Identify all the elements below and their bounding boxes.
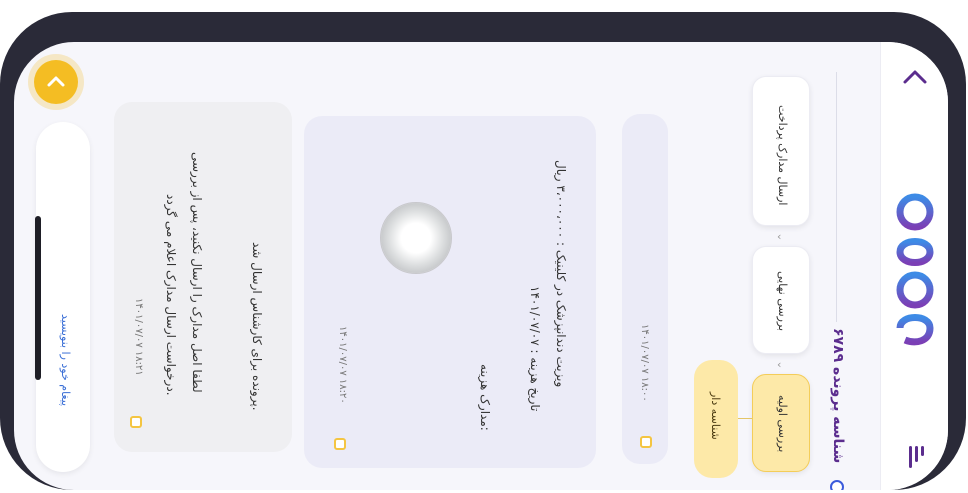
step-final-review[interactable]: بررسی نهایی <box>752 246 810 354</box>
step-initial-review[interactable]: بررسی اولیه <box>752 374 810 472</box>
step-connector <box>738 418 752 419</box>
expense-date-line: تاریخ هزینه : ۱۴۰۱/۰۷/۰۷ <box>528 286 542 412</box>
document-thumbnail[interactable] <box>380 202 452 274</box>
message-line-1: پرونده برای کارشناس ارسال شد. <box>250 242 264 411</box>
back-chevron-icon[interactable] <box>899 60 931 92</box>
system-message-card: پرونده برای کارشناس ارسال شد. لطفا اصل م… <box>114 102 292 452</box>
date-icon <box>334 438 346 450</box>
expense-card: ویزیت دندانپزشک در کلینیک : ۳،۰۰۰،۰۰۰ ری… <box>304 116 596 468</box>
top-bar <box>880 42 948 490</box>
scroll-up-button[interactable] <box>34 60 78 104</box>
menu-icon[interactable] <box>905 444 927 470</box>
step-arrow-icon: ‹ <box>777 358 782 371</box>
expense-docs-line: مدارک هزینه: <box>478 364 492 431</box>
identifier-button-label: شناسه دار <box>709 392 722 440</box>
message-line-2: لطفا اصل مدارک را ارسال نکنید، پس از برر… <box>190 152 204 393</box>
step-label: ارسال مدارک پرداخت <box>776 105 789 206</box>
scroll-up-icon <box>47 76 65 87</box>
device-notch <box>612 18 698 26</box>
brand-logo <box>896 193 934 346</box>
date-icon <box>130 416 142 428</box>
message-input[interactable]: پیغام خود را بنویسید <box>36 122 90 472</box>
step-label: بررسی نهایی <box>776 271 789 332</box>
title-bullet-icon <box>830 480 844 490</box>
message-card-partial: ۱۴۰۱/۰۷/۰۷ ۱۸:۰۰ <box>622 114 668 464</box>
identifier-button[interactable]: شناسه دار <box>694 360 738 478</box>
message-line-3: درخواست ارسال مدارک اعلام می گردد. <box>164 194 178 396</box>
message-input-placeholder: پیغام خود را بنویسید <box>59 314 72 407</box>
card-timestamp: ۱۴۰۱/۰۷/۰۷ ۱۸:۰۰ <box>639 324 650 402</box>
timeline-line <box>836 72 837 322</box>
expense-visit-line: ویزیت دندانپزشک در کلینیک : ۳،۰۰۰،۰۰۰ ری… <box>554 160 568 388</box>
app-screen: شناسه پرونده ۶۷۸۹ ارسال مدارک پرداخت ‹ ب… <box>14 42 948 490</box>
card-timestamp: ۱۴۰۱/۰۷/۰۷ ۱۸:۲۱ <box>133 298 144 376</box>
date-icon <box>640 436 652 448</box>
card-timestamp: ۱۴۰۱/۰۷/۰۷ ۱۸:۲۰ <box>337 326 348 404</box>
case-title: شناسه پرونده ۶۷۸۹ <box>830 328 846 464</box>
step-send-payment-docs[interactable]: ارسال مدارک پرداخت <box>752 76 810 226</box>
device-notch <box>716 18 802 26</box>
device-frame: شناسه پرونده ۶۷۸۹ ارسال مدارک پرداخت ‹ ب… <box>0 12 966 490</box>
step-arrow-icon: ‹ <box>777 230 782 243</box>
step-label: بررسی اولیه <box>776 395 789 453</box>
home-indicator <box>35 216 41 380</box>
